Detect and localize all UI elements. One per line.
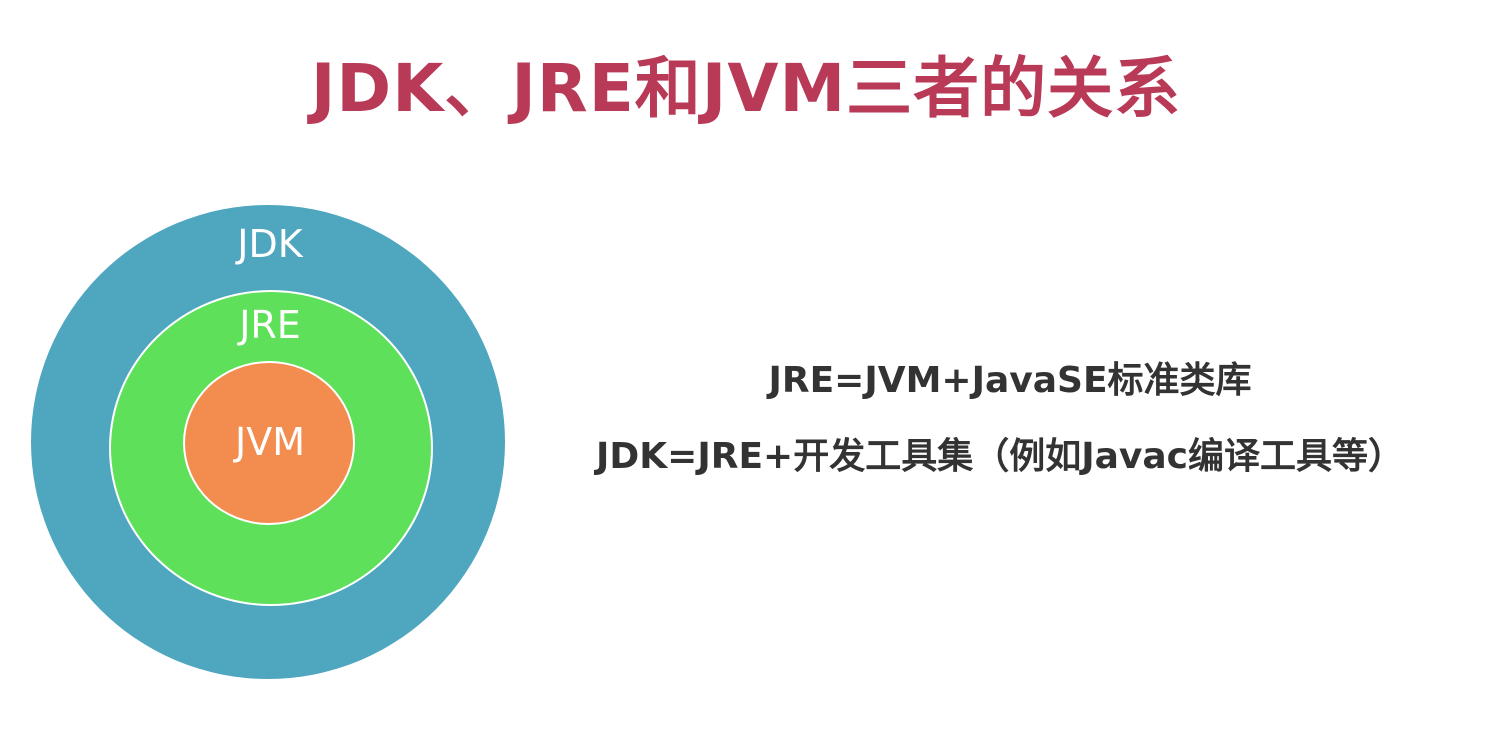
jvm-label: JVM (235, 420, 305, 464)
jdk-label: JDK (237, 222, 303, 266)
jre-label: JRE (239, 303, 301, 347)
page-title: JDK、JRE和JVM三者的关系 (310, 50, 1182, 127)
jdk-formula: JDK=JRE+开发工具集（例如Javac编译工具等） (596, 436, 1404, 477)
jre-formula: JRE=JVM+JavaSE标准类库 (768, 360, 1252, 401)
